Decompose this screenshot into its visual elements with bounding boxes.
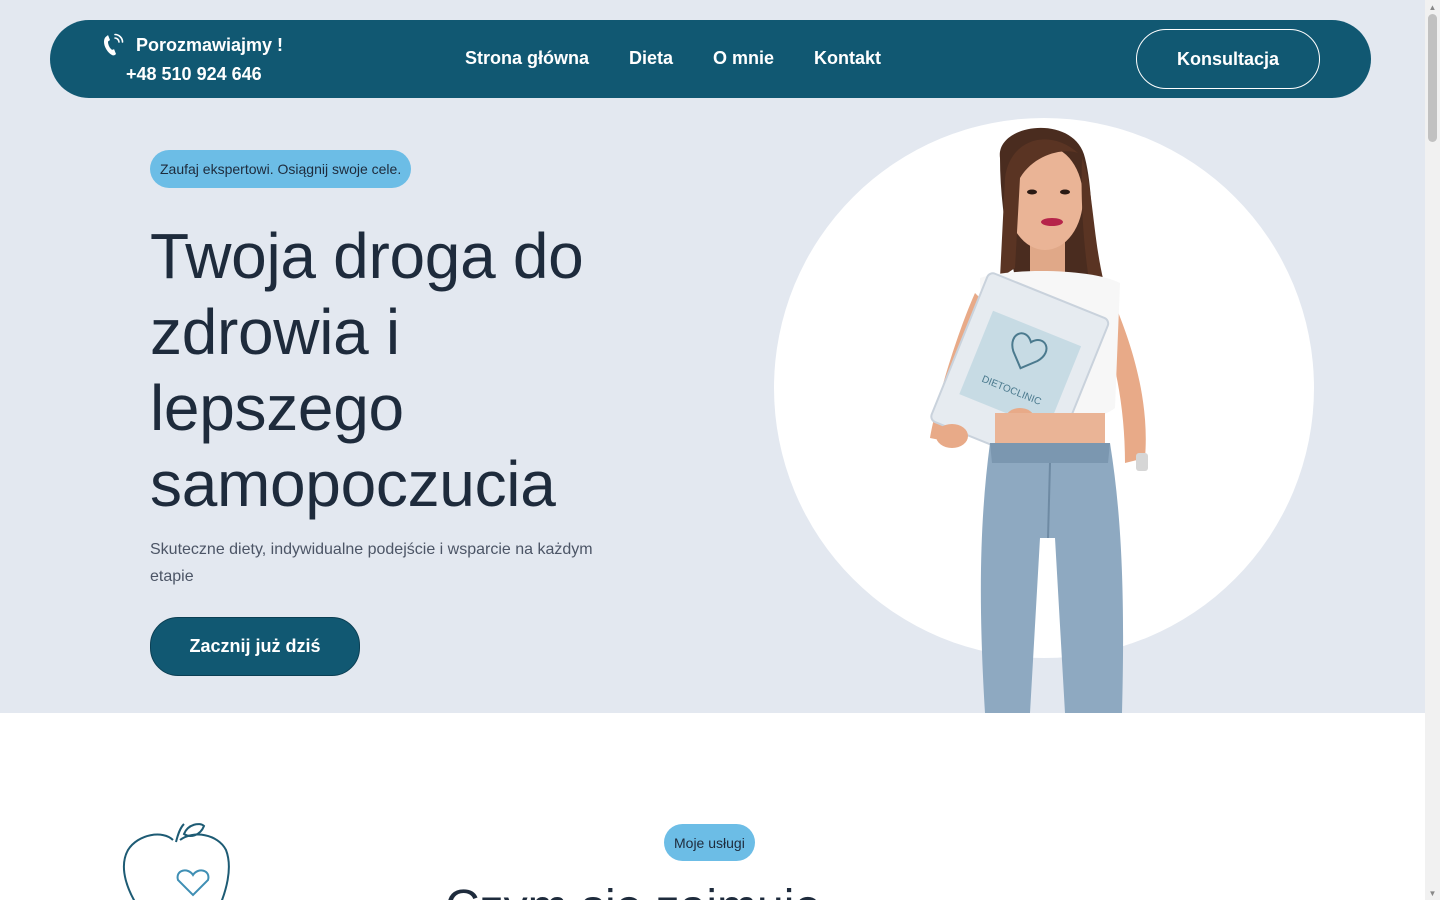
- scroll-thumb[interactable]: [1428, 14, 1437, 142]
- consultation-button[interactable]: Konsultacja: [1136, 29, 1320, 89]
- nav-item-home[interactable]: Strona główna: [465, 48, 589, 69]
- dietitian-portrait: DIETOCLINIC: [930, 127, 1148, 713]
- phone-ringing-icon: [104, 33, 124, 56]
- nav-item-about[interactable]: O mnie: [713, 48, 774, 69]
- hero-badge: Zaufaj ekspertowi. Osiągnij swoje cele.: [150, 150, 412, 188]
- nav-item-diet[interactable]: Dieta: [629, 48, 673, 69]
- site-header: Porozmawiajmy ! +48 510 924 646 Strona g…: [50, 20, 1371, 98]
- apple-heart-logo-icon: [123, 823, 230, 900]
- scroll-up-arrow-icon[interactable]: ▲: [1425, 0, 1440, 14]
- hero-title: Twoja droga do zdrowia i lepszego samopo…: [150, 220, 584, 520]
- page-scrollbar[interactable]: ▲ ▼: [1425, 0, 1440, 900]
- contact-label: Porozmawiajmy !: [136, 35, 284, 55]
- main-nav: Strona główna Dieta O mnie Kontakt: [465, 48, 881, 69]
- services-title: Czym się zajmuję: [445, 880, 821, 900]
- nav-item-contact[interactable]: Kontakt: [814, 48, 881, 69]
- services-badge: Moje usługi: [664, 824, 755, 861]
- page: Porozmawiajmy ! +48 510 924 646 Strona g…: [0, 0, 1425, 900]
- phone-link[interactable]: +48 510 924 646: [126, 64, 262, 85]
- scroll-down-arrow-icon[interactable]: ▼: [1425, 886, 1440, 900]
- hero-subtitle: Skuteczne diety, indywidualne podejście …: [150, 541, 593, 585]
- start-today-button[interactable]: Zacznij już dziś: [150, 617, 360, 676]
